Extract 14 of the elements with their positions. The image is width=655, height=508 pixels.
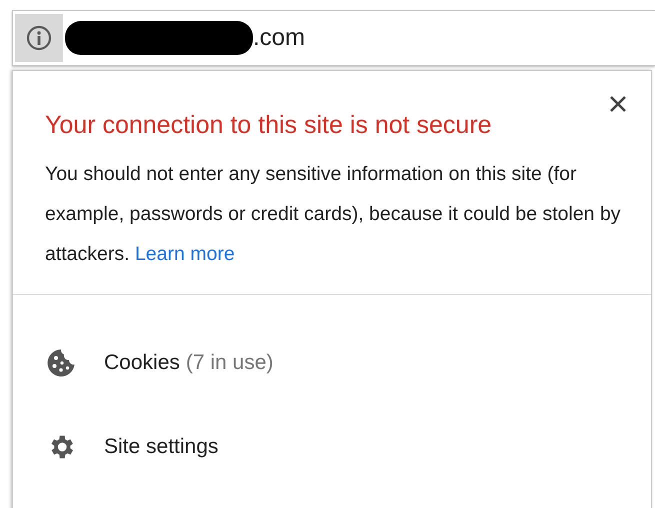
security-warning-title: Your connection to this site is not secure [45, 111, 492, 140]
menu-item-label: Site settings [104, 435, 218, 459]
info-icon [26, 25, 52, 51]
usage-count: (7 in use) [186, 351, 274, 375]
cookie-icon [46, 348, 76, 378]
address-bar[interactable]: .com [12, 10, 655, 66]
menu-item-label: Cookies [104, 351, 180, 375]
warning-message: You should not enter any sensitive information on this site (for example, passwords or credit cards), because it could be stolen by attackers. Learn more [45, 162, 622, 267]
close-icon [609, 95, 627, 113]
menu-item[interactable]: Site settings [13, 405, 651, 489]
site-info-button[interactable] [15, 14, 63, 62]
domain-text: .com [253, 24, 306, 52]
menu-item[interactable]: Cookies (7 in use) [13, 321, 651, 405]
learn-more-link[interactable]: Learn more [134, 243, 235, 265]
